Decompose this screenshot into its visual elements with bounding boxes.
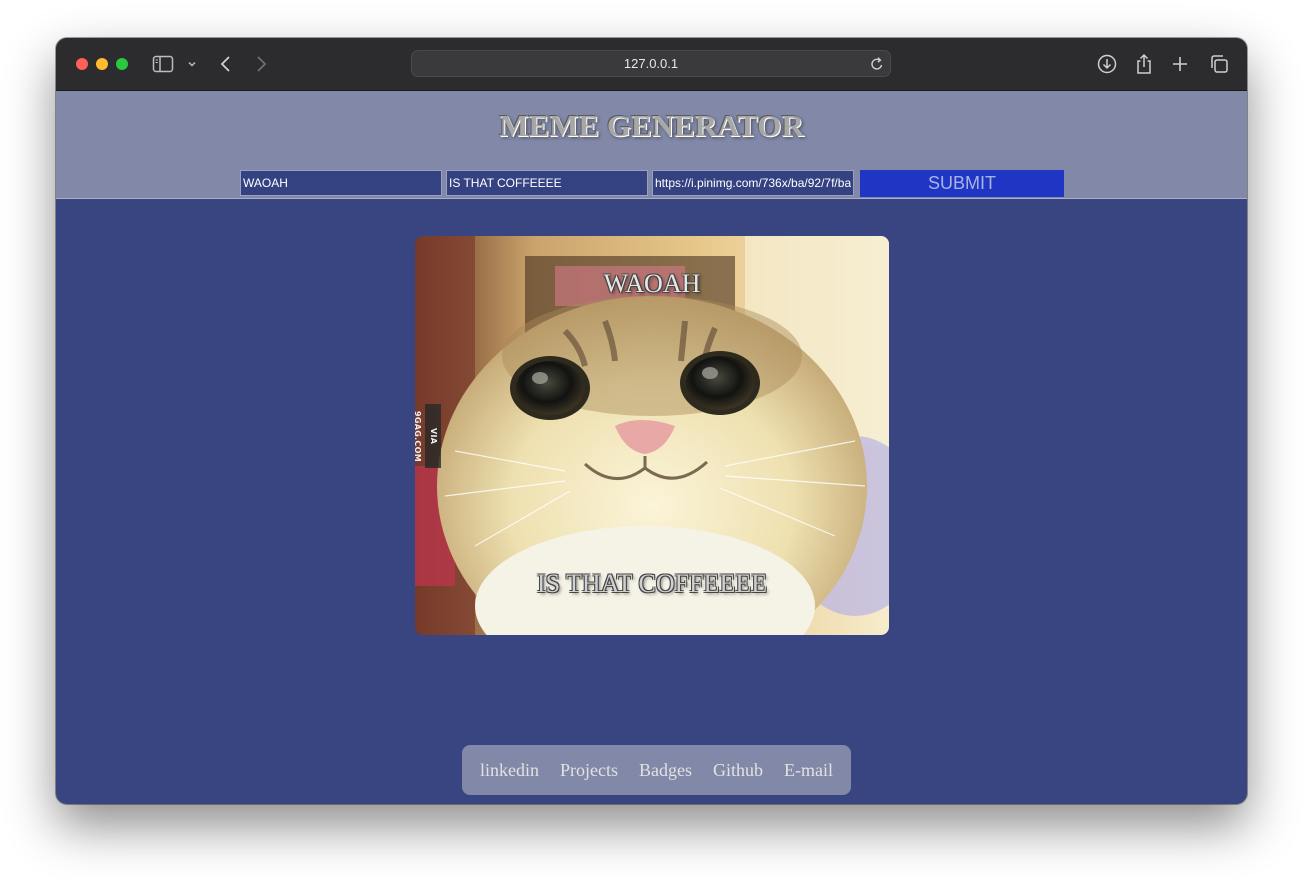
footer-link-linkedin[interactable]: linkedin: [480, 760, 539, 781]
footer-link-projects[interactable]: Projects: [560, 760, 618, 781]
close-window-button[interactable]: [76, 58, 88, 70]
reload-icon[interactable]: [870, 56, 884, 77]
footer-link-github[interactable]: Github: [713, 760, 763, 781]
meme-top-text: WAOAH: [603, 269, 701, 298]
new-tab-icon[interactable]: [1171, 52, 1189, 76]
browser-toolbar: 127.0.0.1: [56, 38, 1247, 91]
meme-bottom-text: IS THAT COFFEEEE: [536, 569, 768, 598]
meme-preview: VIA 9GAG.COM WAOAH IS THAT COFFEEEE: [415, 236, 889, 635]
bottom-text-input[interactable]: [446, 170, 648, 196]
share-icon[interactable]: [1134, 52, 1154, 76]
minimize-window-button[interactable]: [96, 58, 108, 70]
forward-icon[interactable]: [253, 52, 269, 76]
chevron-down-icon[interactable]: [186, 52, 198, 76]
footer-link-badges[interactable]: Badges: [639, 760, 692, 781]
watermark: VIA 9GAG.COM: [415, 404, 441, 468]
page-title: MEME GENERATOR: [499, 108, 804, 143]
submit-button[interactable]: SUBMIT: [860, 170, 1064, 197]
meme-form: SUBMIT: [240, 170, 1064, 197]
footer-nav: linkedin Projects Badges Github E-mail: [462, 745, 851, 795]
browser-window: 127.0.0.1 MEME GENERATOR SUBMIT: [56, 38, 1247, 804]
downloads-icon[interactable]: [1096, 52, 1118, 76]
tab-overview-icon[interactable]: [1208, 52, 1230, 76]
page-header: MEME GENERATOR SUBMIT: [56, 91, 1247, 199]
back-icon[interactable]: [218, 52, 234, 76]
url-text: 127.0.0.1: [623, 56, 679, 71]
footer-link-email[interactable]: E-mail: [784, 760, 833, 781]
top-text-input[interactable]: [240, 170, 442, 196]
maximize-window-button[interactable]: [116, 58, 128, 70]
image-url-input[interactable]: [652, 170, 854, 196]
address-bar[interactable]: 127.0.0.1: [411, 50, 891, 77]
sidebar-icon[interactable]: [152, 52, 174, 76]
